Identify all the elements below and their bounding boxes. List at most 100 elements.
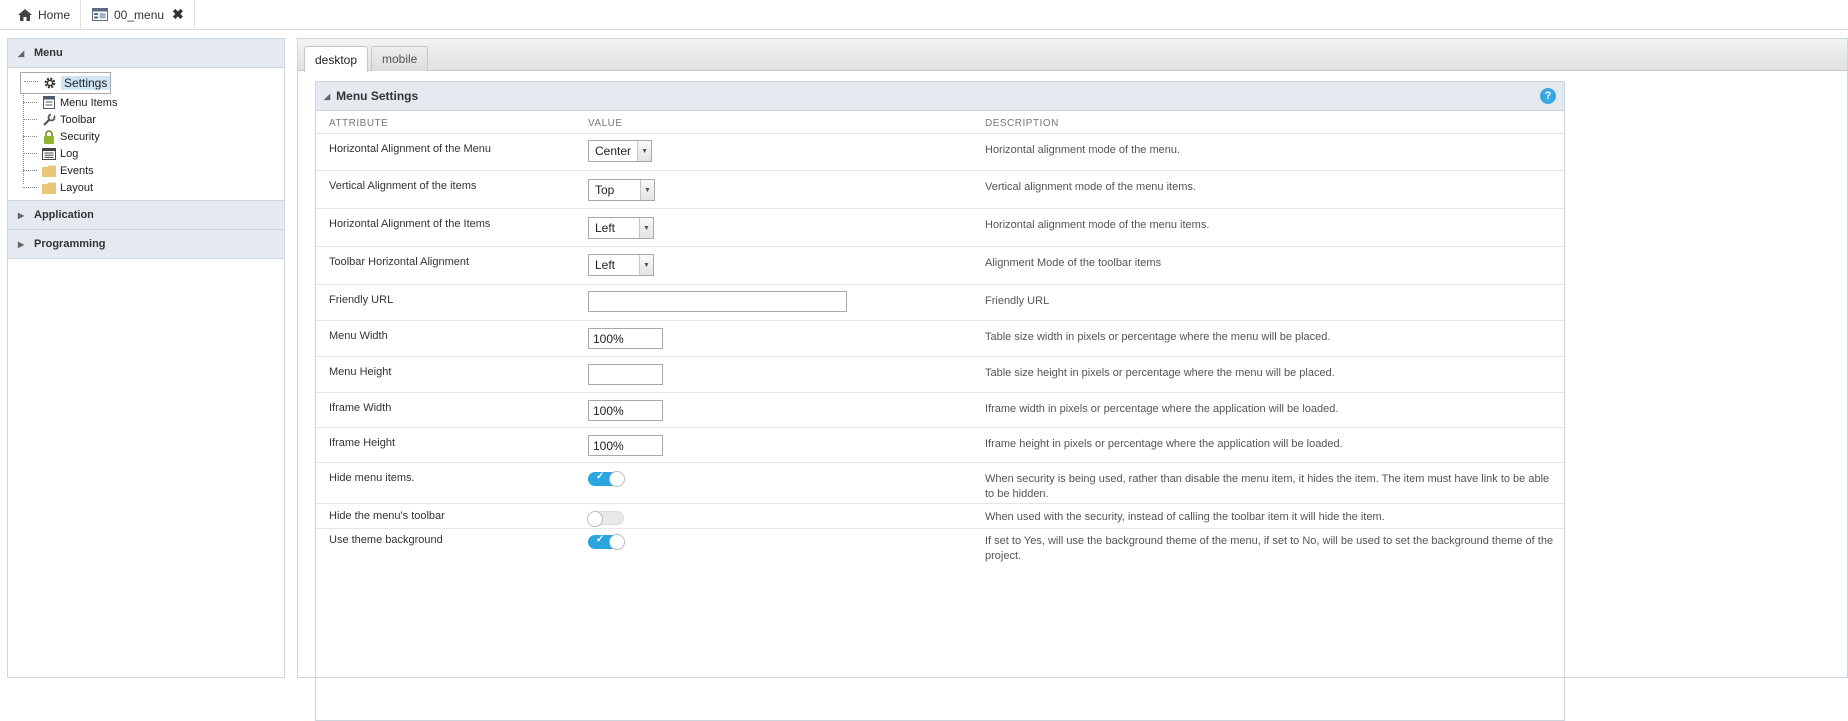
triangle-right-icon: ▶ (18, 210, 25, 220)
check-icon: ✓ (596, 534, 605, 545)
attribute-label: Toolbar Horizontal Alignment (329, 256, 470, 268)
tab-desktop[interactable]: desktop (304, 46, 369, 72)
table-row: Menu Height Table size height in pixels … (316, 357, 1564, 393)
attribute-label: Hide the menu's toolbar (329, 510, 445, 522)
tab-00-menu[interactable]: 00_menu ✖ (82, 0, 195, 29)
select-value: Left (595, 221, 616, 235)
sidebar-item-events[interactable]: Events (20, 162, 284, 179)
log-icon (42, 147, 56, 161)
section-header[interactable]: ◢ Menu Settings ? (316, 82, 1564, 111)
column-attribute: ATTRIBUTE (329, 118, 389, 129)
iframe-height-input[interactable] (588, 435, 663, 456)
hide-menu-items-toggle[interactable]: ✓ (588, 471, 625, 487)
attribute-label: Use theme background (329, 534, 443, 546)
description: Friendly URL (985, 295, 1050, 307)
attribute-label: Menu Height (329, 366, 392, 378)
table-row: Menu Width Table size width in pixels or… (316, 321, 1564, 357)
table-row: Vertical Alignment of the items Top ▼ Ve… (316, 171, 1564, 209)
attribute-label: Vertical Alignment of the items (329, 180, 477, 192)
sidebar-section-menu[interactable]: ◢ Menu (8, 39, 284, 68)
triangle-down-icon: ◢ (18, 48, 25, 58)
sidebar-item-settings[interactable]: Settings (20, 72, 112, 94)
sidebar-item-log[interactable]: Log (20, 145, 284, 162)
section-title: Menu Settings (336, 89, 419, 103)
select-value: Left (595, 258, 616, 272)
tab-desktop-label: desktop (315, 52, 358, 67)
chevron-down-icon: ▼ (640, 180, 654, 200)
description: Iframe height in pixels or percentage wh… (985, 438, 1343, 450)
menu-app-icon (92, 8, 108, 21)
table-row: Hide menu items. ✓ When security is bein… (316, 463, 1564, 504)
select-value: Center (595, 144, 632, 158)
description: Horizontal alignment mode of the menu it… (985, 219, 1210, 231)
attribute-label: Menu Width (329, 330, 388, 342)
attribute-label: Iframe Height (329, 437, 396, 449)
check-icon: ✓ (596, 471, 605, 482)
table-row: Horizontal Alignment of the Items Left ▼… (316, 209, 1564, 247)
description: Table size width in pixels or percentage… (985, 331, 1331, 343)
tab-home[interactable]: Home (8, 0, 82, 29)
select-value: Top (595, 183, 615, 197)
sidebar-item-layout[interactable]: Layout (20, 179, 284, 196)
sidebar-section-programming[interactable]: ▶ Programming (8, 230, 284, 259)
items-halign-select[interactable]: Left ▼ (588, 217, 654, 239)
table-row: Use theme background ✓ If set to Yes, wi… (316, 529, 1564, 569)
menu-settings-section: ◢ Menu Settings ? ATTRIBUTE VALUE DESCRI… (315, 81, 1565, 721)
tab-00-menu-label: 00_menu (114, 7, 165, 22)
sidebar-item-label: Menu Items (60, 96, 118, 109)
sidebar-section-programming-title: Programming (34, 238, 106, 250)
device-tabs: desktop mobile (298, 39, 1847, 72)
menu-items-icon (42, 96, 56, 110)
description: When used with the security, instead of … (985, 511, 1385, 523)
attribute-label: Iframe Width (329, 402, 392, 414)
menu-width-input[interactable] (588, 328, 663, 349)
theme-background-toggle[interactable]: ✓ (588, 534, 625, 550)
chevron-down-icon: ▼ (639, 218, 653, 238)
table-row: Iframe Width Iframe width in pixels or p… (316, 393, 1564, 428)
sidebar-item-security[interactable]: Security (20, 128, 284, 145)
sidebar-item-label: Events (60, 164, 94, 177)
lock-icon (42, 129, 56, 144)
sidebar-section-application-title: Application (34, 209, 94, 221)
tab-mobile[interactable]: mobile (371, 46, 429, 71)
close-icon[interactable]: ✖ (172, 6, 184, 23)
tab-mobile-label: mobile (382, 52, 418, 66)
sidebar-section-menu-title: Menu (34, 47, 63, 59)
items-valign-select[interactable]: Top ▼ (588, 179, 655, 201)
description: Vertical alignment mode of the menu item… (985, 181, 1196, 193)
sidebar-item-menu-items[interactable]: Menu Items (20, 94, 284, 111)
hide-toolbar-toggle[interactable] (587, 511, 624, 527)
triangle-right-icon: ▶ (18, 239, 25, 249)
menu-tree: Settings Menu Items Toolbar Security Log… (8, 68, 284, 201)
sidebar-item-toolbar[interactable]: Toolbar (20, 111, 284, 128)
sidebar-item-label: Security (60, 130, 100, 143)
column-headers: ATTRIBUTE VALUE DESCRIPTION (316, 111, 1564, 134)
tab-home-label: Home (38, 7, 71, 22)
table-row: Friendly URL Friendly URL (316, 285, 1564, 321)
menu-height-input[interactable] (588, 364, 663, 385)
attribute-label: Hide menu items. (329, 472, 415, 484)
attribute-label: Horizontal Alignment of the Menu (329, 143, 492, 155)
chevron-down-icon: ▼ (639, 255, 653, 275)
main-panel: desktop mobile ◢ Menu Settings ? ATTRIBU… (297, 38, 1848, 721)
sidebar-item-label: Log (60, 147, 79, 160)
table-row: Toolbar Horizontal Alignment Left ▼ Alig… (316, 247, 1564, 285)
description: If set to Yes, will use the background t… (985, 535, 1554, 562)
sidebar-item-label: Settings (61, 76, 111, 90)
chevron-down-icon: ▼ (637, 141, 652, 161)
toolbar-halign-select[interactable]: Left ▼ (588, 254, 654, 276)
description: Iframe width in pixels or percentage whe… (985, 403, 1339, 415)
triangle-down-icon: ◢ (324, 91, 331, 101)
column-description: DESCRIPTION (985, 118, 1059, 129)
sidebar-section-application[interactable]: ▶ Application (8, 201, 284, 230)
home-icon (18, 8, 32, 21)
friendly-url-input[interactable] (588, 291, 847, 312)
sidebar: ◢ Menu Settings Menu Items Toolbar Secur… (7, 38, 285, 678)
menu-halign-select[interactable]: Center ▼ (588, 140, 653, 162)
wrench-icon (42, 113, 56, 127)
help-icon[interactable]: ? (1540, 88, 1556, 104)
sidebar-item-label: Toolbar (60, 113, 97, 126)
folder-icon (42, 181, 56, 195)
iframe-width-input[interactable] (588, 400, 663, 421)
description: When security is being used, rather than… (985, 473, 1550, 500)
